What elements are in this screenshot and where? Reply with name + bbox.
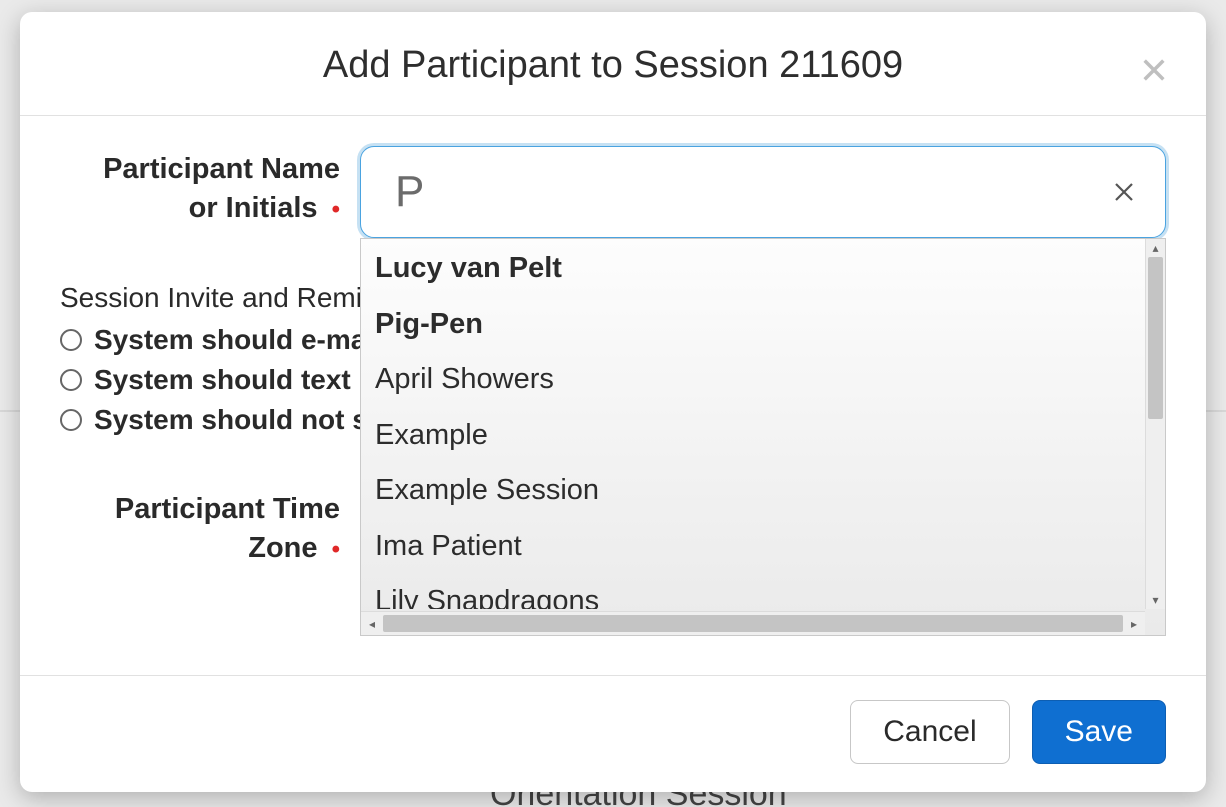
dropdown-horizontal-scrollbar[interactable]: ◂ ▸ — [361, 611, 1145, 635]
reminder-option-label: System should not s — [94, 404, 368, 436]
clear-icon — [1112, 180, 1136, 204]
autocomplete-dropdown: Lucy van PeltPig-PenApril ShowersExample… — [360, 238, 1166, 636]
modal-backdrop: Orientation Session Add Participant to S… — [0, 0, 1226, 807]
modal-body: Participant Name or Initials • Lucy van … — [20, 116, 1206, 676]
participant-search-wrap: Lucy van PeltPig-PenApril ShowersExample… — [360, 146, 1166, 238]
scroll-down-icon[interactable]: ▾ — [1146, 591, 1165, 609]
clear-input-button[interactable] — [1110, 178, 1138, 206]
close-button[interactable] — [1136, 52, 1172, 88]
participant-name-label: Participant Name or Initials • — [60, 146, 360, 238]
autocomplete-option[interactable]: Pig-Pen — [361, 295, 1145, 351]
participant-name-label-line1: Participant Name — [103, 153, 340, 185]
autocomplete-option[interactable]: Lily Snapdragons — [361, 572, 1145, 609]
timezone-label: Participant Time Zone • — [60, 486, 360, 568]
radio-icon — [60, 409, 82, 431]
cancel-button[interactable]: Cancel — [850, 700, 1009, 764]
radio-icon — [60, 329, 82, 351]
participant-name-label-line2: or Initials — [189, 192, 318, 224]
autocomplete-option[interactable]: April Showers — [361, 350, 1145, 406]
autocomplete-option[interactable]: Lucy van Pelt — [361, 239, 1145, 295]
required-indicator-icon: • — [326, 536, 340, 563]
timezone-label-line2: Zone — [248, 532, 317, 564]
autocomplete-list: Lucy van PeltPig-PenApril ShowersExample… — [361, 239, 1145, 609]
modal-title: Add Participant to Session 211609 — [60, 44, 1166, 87]
dropdown-vertical-scrollbar[interactable]: ▴ ▾ — [1145, 239, 1165, 609]
scroll-up-icon[interactable]: ▴ — [1146, 239, 1165, 257]
reminder-option-label: System should e-ma — [94, 324, 366, 356]
close-icon — [1140, 56, 1168, 84]
modal-footer: Cancel Save — [20, 676, 1206, 792]
scroll-right-icon[interactable]: ▸ — [1123, 612, 1145, 635]
modal-header: Add Participant to Session 211609 — [20, 12, 1206, 116]
autocomplete-option[interactable]: Example — [361, 406, 1145, 462]
reminder-option-label: System should text r — [94, 364, 369, 396]
scroll-thumb[interactable] — [1148, 257, 1163, 419]
timezone-label-line1: Participant Time — [115, 493, 340, 525]
hscroll-track[interactable] — [383, 615, 1123, 632]
participant-search-input[interactable] — [360, 146, 1166, 238]
add-participant-modal: Add Participant to Session 211609 Partic… — [20, 12, 1206, 792]
required-indicator-icon: • — [326, 196, 340, 223]
participant-name-row: Participant Name or Initials • Lucy van … — [60, 146, 1166, 238]
autocomplete-option[interactable]: Ima Patient — [361, 517, 1145, 573]
save-button[interactable]: Save — [1032, 700, 1166, 764]
radio-icon — [60, 369, 82, 391]
scroll-left-icon[interactable]: ◂ — [361, 612, 383, 635]
autocomplete-option[interactable]: Example Session — [361, 461, 1145, 517]
